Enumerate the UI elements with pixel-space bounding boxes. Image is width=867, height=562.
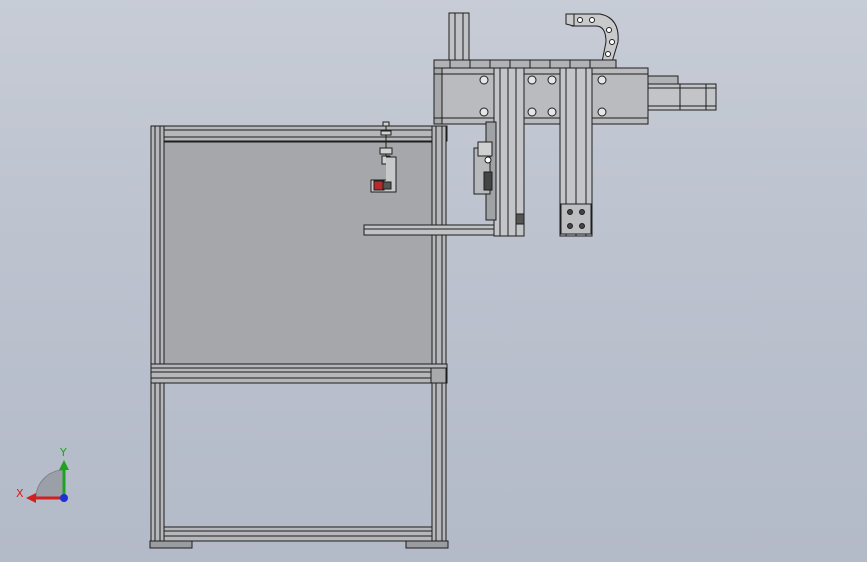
x-axis-label: X xyxy=(16,487,24,500)
horizontal-arm xyxy=(363,224,505,236)
frame-right-foot xyxy=(405,540,449,549)
frame-left-post xyxy=(150,125,165,547)
orientation-triad[interactable]: Y X xyxy=(16,446,69,503)
triad-plane xyxy=(35,469,65,499)
right-extension-tube xyxy=(647,75,717,111)
frame-bottom-rail xyxy=(163,526,433,542)
frame-top-rail xyxy=(150,125,448,142)
x-axis-beam[interactable] xyxy=(433,67,649,125)
z-axis-dot xyxy=(60,494,68,502)
cad-3d-viewport[interactable]: Y X xyxy=(0,0,867,562)
top-vertical-post xyxy=(448,12,470,67)
frame-left-foot xyxy=(149,540,193,549)
y-axis-label: Y xyxy=(59,446,67,459)
frame-right-post xyxy=(431,125,447,547)
machine-model[interactable]: Y X xyxy=(0,0,867,562)
cabinet-frame[interactable] xyxy=(149,125,449,549)
frame-middle-rail xyxy=(150,363,448,384)
right-vertical-slide[interactable] xyxy=(559,67,593,237)
